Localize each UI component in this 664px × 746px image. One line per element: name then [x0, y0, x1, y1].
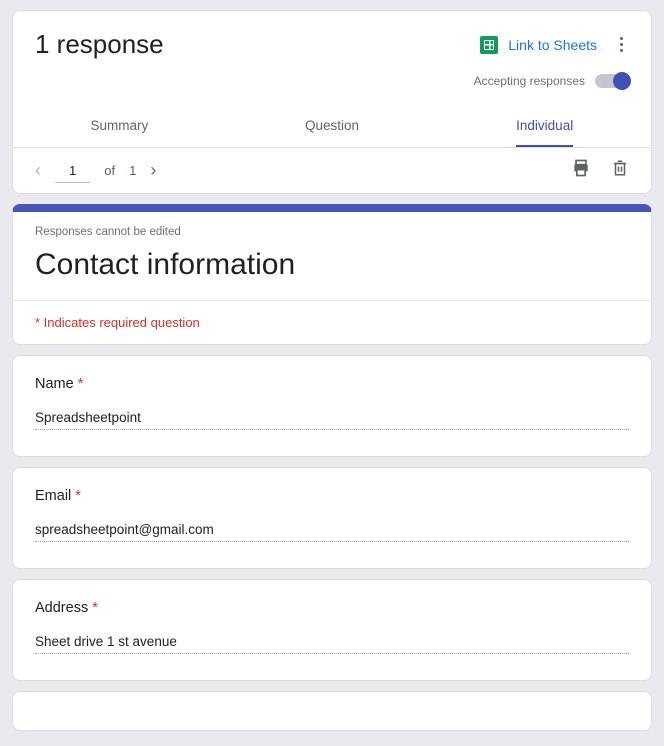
required-indicator-note: * Indicates required question: [13, 300, 651, 344]
tab-individual[interactable]: Individual: [516, 102, 573, 147]
pager-actions: [571, 158, 629, 183]
answer-value: Spreadsheetpoint: [35, 408, 629, 430]
required-asterisk: *: [75, 488, 81, 504]
answer-value: spreadsheetpoint@gmail.com: [35, 520, 629, 542]
required-asterisk: *: [92, 600, 98, 616]
toggle-knob: [613, 72, 631, 90]
response-pager: ‹ 1 of 1 ›: [13, 147, 651, 193]
next-response-icon[interactable]: ›: [150, 160, 156, 181]
cannot-edit-notice: Responses cannot be edited: [35, 226, 629, 238]
question-card: Email * spreadsheetpoint@gmail.com: [12, 467, 652, 569]
answer-value: Sheet drive 1 st avenue: [35, 632, 629, 654]
required-asterisk: *: [78, 376, 84, 392]
link-to-sheets-label: Link to Sheets: [508, 37, 597, 53]
form-title: Contact information: [35, 248, 629, 282]
form-header-card: Responses cannot be edited Contact infor…: [12, 204, 652, 345]
sheets-icon: [480, 36, 498, 54]
question-card: Address * Sheet drive 1 st avenue: [12, 579, 652, 681]
responses-header: 1 response Link to Sheets: [13, 11, 651, 66]
current-response-number[interactable]: 1: [55, 159, 90, 183]
responses-tabs: Summary Question Individual: [13, 102, 651, 147]
question-label: Address *: [35, 600, 629, 616]
accepting-responses-row: Accepting responses: [13, 66, 651, 102]
link-to-sheets-button[interactable]: Link to Sheets: [480, 36, 597, 54]
header-actions: Link to Sheets: [480, 36, 629, 54]
question-card: Name * Spreadsheetpoint: [12, 355, 652, 457]
pager-of-label: of: [104, 163, 115, 178]
question-label: Name *: [35, 376, 629, 392]
total-responses: 1: [129, 163, 136, 178]
prev-response-icon[interactable]: ‹: [35, 160, 41, 181]
pager-controls: ‹ 1 of 1 ›: [35, 159, 156, 183]
questions-container: Name * Spreadsheetpoint Email * spreadsheet…: [0, 355, 664, 681]
print-icon[interactable]: [571, 158, 591, 183]
accepting-responses-toggle[interactable]: [595, 74, 629, 88]
response-count-title: 1 response: [35, 29, 164, 60]
question-card: [12, 691, 652, 731]
delete-icon[interactable]: [611, 158, 629, 183]
more-options-icon[interactable]: [613, 37, 629, 52]
tab-question[interactable]: Question: [226, 102, 439, 147]
responses-panel: 1 response Link to Sheets Accepting resp…: [12, 10, 652, 194]
accepting-responses-label: Accepting responses: [474, 74, 585, 88]
tab-summary[interactable]: Summary: [13, 102, 226, 147]
question-label: Email *: [35, 488, 629, 504]
